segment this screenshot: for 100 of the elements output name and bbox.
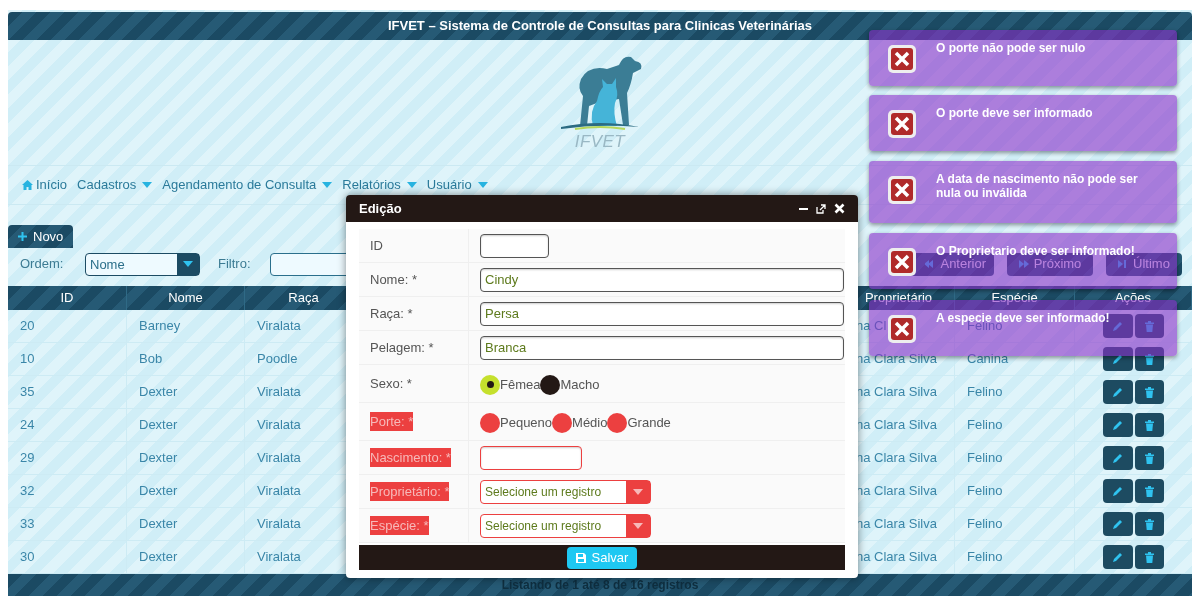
radio-option[interactable]: Pequeno (480, 412, 553, 433)
notification-message: O porte não pode ser nulo (936, 41, 1086, 55)
field-label: Sexo: * (370, 374, 412, 393)
caret-icon (633, 488, 643, 495)
field-label: Raça: * (370, 304, 413, 323)
table-cell-text: Viralata (257, 383, 301, 402)
menu-item[interactable]: Agendamento de Consulta (162, 175, 333, 195)
save-icon (575, 552, 586, 563)
pencil-icon (1113, 321, 1123, 331)
edit-button[interactable] (1103, 446, 1133, 470)
field-label: Proprietário: * (370, 481, 450, 502)
table-cell-text: 24 (20, 416, 35, 435)
input-field[interactable]: Branca (480, 335, 844, 360)
input-field[interactable] (480, 445, 582, 470)
radio-button[interactable] (552, 412, 573, 433)
column-header[interactable]: Proprietário (864, 288, 933, 308)
table-cell-text: 29 (20, 449, 35, 468)
table-cell-text: Felino (967, 482, 1003, 501)
table-cell-text: Viralata (257, 482, 301, 501)
error-icon (887, 175, 917, 205)
caret-icon (477, 182, 488, 188)
table-cell-text: Viralata (257, 317, 301, 336)
trash-icon (1145, 386, 1154, 398)
table-cell-text: Canina (967, 350, 1009, 369)
delete-button[interactable] (1135, 512, 1164, 536)
radio-button[interactable] (607, 412, 628, 433)
delete-button[interactable] (1135, 446, 1164, 470)
notification-message: O porte deve ser informado (936, 106, 1093, 120)
radio-option[interactable]: Grande (607, 412, 671, 433)
field-label: Espécie: * (370, 515, 429, 536)
select-field[interactable]: Selecione um registro (480, 513, 651, 538)
radio-option[interactable]: Macho (540, 374, 600, 395)
previous-icon (925, 260, 936, 268)
field-label: Nascimento: * (370, 447, 451, 468)
menu-item[interactable]: Usuário (426, 175, 488, 195)
input-field[interactable] (480, 233, 549, 258)
field-label: ID (370, 236, 383, 255)
delete-button[interactable] (1135, 380, 1164, 404)
radio-option[interactable]: Fêmea (480, 374, 541, 395)
edit-button[interactable] (1103, 347, 1133, 371)
caret-icon (322, 182, 333, 188)
edit-button[interactable] (1103, 413, 1133, 437)
edit-button[interactable] (1103, 380, 1133, 404)
caret-icon (142, 182, 153, 188)
trash-icon (1145, 485, 1154, 497)
radio-option[interactable]: Médio (552, 412, 608, 433)
radio-button[interactable] (480, 412, 500, 433)
menu-item[interactable]: Cadastros (77, 175, 153, 195)
pencil-icon (1113, 486, 1123, 496)
delete-button[interactable] (1135, 347, 1164, 371)
table-cell-text: Felino (967, 383, 1003, 402)
notification-message: A data de nascimento não pode ser nula ou inválida (936, 172, 1139, 200)
order-select[interactable]: Nome (85, 252, 200, 276)
table-cell-text: Dexter (139, 449, 178, 468)
table-cell-text: Dexter (139, 482, 178, 501)
trash-icon (1145, 419, 1154, 431)
field-label: Nome: * (370, 270, 417, 289)
table-cell-text: 30 (20, 548, 35, 567)
column-header[interactable]: Ações (1114, 288, 1152, 308)
edit-button[interactable] (1103, 512, 1133, 536)
column-header[interactable]: Nome (168, 288, 203, 308)
table-cell-text: 10 (20, 350, 35, 369)
input-field[interactable]: Cindy (480, 267, 844, 292)
table-cell-text: Viralata (257, 449, 301, 468)
new-button[interactable]: Novo (8, 225, 74, 248)
error-icon (887, 44, 917, 74)
maximize-icon (816, 203, 826, 214)
error-icon (887, 109, 917, 139)
table-cell-text: Dexter (139, 548, 178, 567)
column-header[interactable]: Raça (288, 288, 319, 308)
error-icon (887, 314, 917, 344)
edit-button[interactable] (1103, 545, 1133, 569)
radio-button[interactable] (480, 374, 500, 395)
menu-item[interactable]: Relatórios (342, 175, 417, 195)
menu-item[interactable]: Início (22, 175, 68, 195)
last-page-icon (1118, 260, 1129, 268)
trash-icon (1145, 518, 1154, 530)
trash-icon (1145, 551, 1154, 563)
table-cell-text: Viralata (257, 515, 301, 534)
dialog-title: Edição (359, 199, 402, 218)
column-header[interactable]: ID (60, 288, 74, 308)
home-icon (22, 180, 33, 190)
pencil-icon (1113, 420, 1123, 430)
table-cell-text: Barney (139, 317, 181, 336)
input-field[interactable]: Persa (480, 301, 844, 326)
filter-label: Filtro: (218, 255, 252, 274)
table-cell-text: Dexter (139, 383, 178, 402)
table-cell-text: Dexter (139, 515, 178, 534)
delete-button[interactable] (1135, 479, 1164, 503)
caret-icon (633, 522, 643, 529)
table-cell-text: Poodle (257, 350, 298, 369)
column-header[interactable]: Espécie (991, 288, 1038, 308)
delete-button[interactable] (1135, 413, 1164, 437)
select-field[interactable]: Selecione um registro (480, 479, 651, 504)
radio-button[interactable] (540, 374, 561, 395)
table-cell-text: 32 (20, 482, 35, 501)
delete-button[interactable] (1135, 545, 1164, 569)
pencil-icon (1113, 519, 1123, 529)
trash-icon (1145, 320, 1154, 332)
edit-button[interactable] (1103, 479, 1133, 503)
